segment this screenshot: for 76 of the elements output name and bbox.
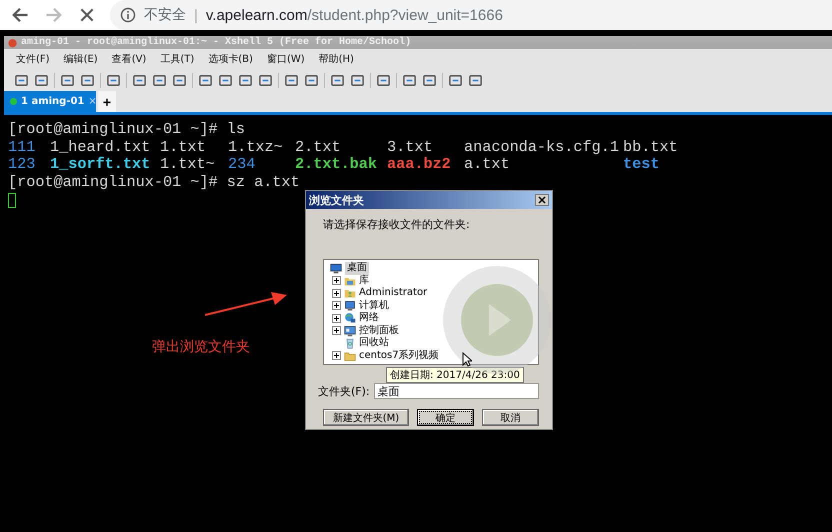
file-name: 234 bbox=[228, 156, 256, 174]
file-name: 1_heard.txt bbox=[50, 138, 152, 156]
tree-row[interactable]: centos7系列视频 bbox=[328, 350, 439, 362]
separator: | bbox=[194, 6, 198, 24]
user-folder-icon bbox=[344, 287, 356, 300]
close-icon bbox=[538, 196, 546, 204]
close-button[interactable] bbox=[535, 194, 549, 206]
expand-icon[interactable] bbox=[332, 351, 341, 360]
annotation-text: 弹出浏览文件夹 bbox=[152, 338, 250, 356]
terminal-cursor bbox=[8, 193, 16, 208]
tree-item[interactable]: 回收站 bbox=[359, 337, 389, 350]
tree-item[interactable]: 桌面 bbox=[345, 262, 369, 274]
window-title: aming-01 - root@aminglinux-01:~ - Xshell 5 (Free for Home/School) bbox=[21, 37, 412, 48]
tree-row[interactable]: 网络 bbox=[328, 312, 379, 324]
tree-item[interactable]: 库 bbox=[359, 274, 369, 287]
address-bar[interactable]: 不安全 | v.apelearn.com/student.php?view_unit=1666 bbox=[110, 0, 832, 30]
tree-item[interactable]: 计算机 bbox=[359, 300, 389, 312]
app-icon bbox=[7, 37, 18, 48]
terminal-line: [root@aminglinux-01 ~]# ls bbox=[8, 121, 246, 138]
file-name: a.txt bbox=[464, 156, 511, 174]
tree-row[interactable]: 控制面板 bbox=[328, 324, 399, 337]
file-name: 123 bbox=[8, 156, 36, 174]
file-name: 111 bbox=[8, 138, 36, 156]
dialog-prompt: 请选择保存接收文件的文件夹: bbox=[322, 217, 471, 232]
file-name: 2.txt.bak bbox=[295, 156, 378, 174]
file-name: aaa.bz2 bbox=[387, 156, 452, 174]
url-path: /student.php?view_unit=1666 bbox=[307, 6, 503, 24]
expand-icon[interactable] bbox=[332, 301, 341, 310]
tooltip: 创建日期: 2017/4/26 23:00 bbox=[386, 367, 524, 383]
computer-icon bbox=[344, 300, 356, 312]
control-panel-icon bbox=[344, 324, 356, 337]
expand-icon[interactable] bbox=[332, 276, 341, 286]
tree-item[interactable]: 控制面板 bbox=[359, 324, 399, 337]
terminal-line: [root@aminglinux-01 ~]# sz a.txt bbox=[8, 174, 301, 191]
dialog-button[interactable]: 取消 bbox=[482, 409, 539, 426]
tab-label: 1 aming-01 bbox=[21, 96, 84, 107]
back-icon[interactable] bbox=[10, 5, 30, 25]
file-name: 1_sorft.txt bbox=[50, 156, 152, 174]
menu-item[interactable]: 文件(F) bbox=[16, 52, 50, 66]
session-tab[interactable]: 1 aming-01 × bbox=[4, 91, 96, 112]
file-name: anaconda-ks.cfg.1 bbox=[464, 138, 620, 156]
desktop-icon bbox=[330, 262, 342, 274]
tree-row[interactable]: 计算机 bbox=[328, 300, 389, 312]
expand-icon[interactable] bbox=[332, 326, 341, 336]
tree-item[interactable]: Administrator bbox=[359, 287, 428, 300]
menu-item[interactable]: 选项卡(B) bbox=[208, 52, 253, 66]
security-label: 不安全 bbox=[144, 6, 186, 24]
dialog-title: 浏览文件夹 bbox=[309, 192, 364, 208]
close-icon[interactable] bbox=[78, 6, 96, 24]
folder-field[interactable]: 桌面 bbox=[374, 383, 539, 399]
tree-row[interactable]: 回收站 bbox=[328, 337, 389, 350]
field-label: 文件夹(F): bbox=[318, 384, 370, 398]
file-name: 2.txt bbox=[295, 138, 342, 156]
tree-row[interactable]: 库 bbox=[328, 274, 369, 287]
dialog-button[interactable]: 确定 bbox=[417, 409, 474, 426]
url-host: v.apelearn.com bbox=[206, 6, 308, 24]
menu-item[interactable]: 帮助(H) bbox=[318, 52, 354, 66]
tree-item[interactable]: centos7系列视频 bbox=[359, 350, 439, 362]
recycle-bin-icon bbox=[344, 337, 356, 350]
new-tab-button[interactable]: + bbox=[98, 91, 116, 112]
file-name: 3.txt bbox=[387, 138, 434, 156]
file-name: test bbox=[623, 156, 660, 174]
tree-row[interactable]: Administrator bbox=[328, 287, 428, 300]
menu-item[interactable]: 查看(V) bbox=[112, 52, 146, 66]
file-name: 1.txz~ bbox=[228, 138, 284, 156]
expand-icon[interactable] bbox=[332, 314, 341, 323]
file-name: 1.txt~ bbox=[160, 156, 216, 174]
file-name: bb.txt bbox=[623, 138, 679, 156]
menu-item[interactable]: 工具(T) bbox=[160, 52, 194, 66]
expand-icon[interactable] bbox=[332, 288, 341, 298]
menu-item[interactable]: 编辑(E) bbox=[64, 52, 98, 66]
info-icon[interactable] bbox=[120, 7, 136, 23]
file-name: 1.txt bbox=[160, 138, 207, 156]
tree-item[interactable]: 网络 bbox=[359, 312, 379, 324]
menu-item[interactable]: 窗口(W) bbox=[266, 52, 305, 66]
dialog-button[interactable]: 新建文件夹(M) bbox=[323, 409, 409, 426]
